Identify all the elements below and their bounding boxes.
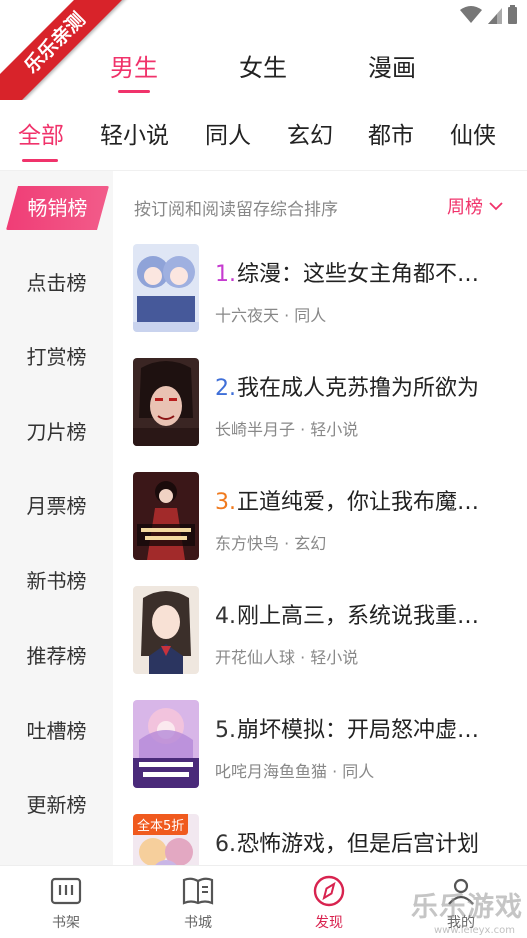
book-meta: 长崎半月子 · 轻小说 xyxy=(215,420,359,439)
book-item[interactable]: 3.正道纯爱，你让我布魔… 东方快鸟 · 玄幻 xyxy=(113,472,527,572)
book-badge: 全本5折 xyxy=(133,814,189,835)
tab-male[interactable]: 男生 xyxy=(110,48,158,83)
wifi-icon xyxy=(460,6,482,23)
book-cover xyxy=(133,358,199,446)
book-title: 6.恐怖游戏，但是后宫计划 xyxy=(215,826,515,858)
book-title-text: 崩坏模拟：开局怒冲虚… xyxy=(237,718,480,743)
book-author: 十六夜天 xyxy=(215,306,280,325)
book-genre: 轻小说 xyxy=(310,648,359,667)
nav-profile[interactable]: 我的 xyxy=(421,874,501,932)
category-tab-fantasy[interactable]: 玄幻 xyxy=(287,116,333,150)
profile-icon xyxy=(448,878,474,905)
book-meta: 叱咤月海鱼鱼猫 · 同人 xyxy=(215,762,375,781)
bottom-navigation: 书架 书城 发现 我的 xyxy=(0,865,527,938)
chevron-down-icon xyxy=(489,202,503,211)
book-item[interactable]: 5.崩坏模拟：开局怒冲虚… 叱咤月海鱼鱼猫 · 同人 xyxy=(113,700,527,800)
category-tab-light-novel[interactable]: 轻小说 xyxy=(100,116,169,150)
battery-icon xyxy=(508,5,517,24)
compass-icon xyxy=(313,875,345,907)
nav-label: 书城 xyxy=(184,915,212,931)
rank-period-dropdown[interactable]: 周榜 xyxy=(447,193,503,219)
sidebar-item-monthly-votes[interactable]: 月票榜 xyxy=(0,484,113,528)
book-rank: 3. xyxy=(215,490,236,515)
gender-tabs: 男生 女生 漫画 xyxy=(0,48,527,98)
sidebar-item-tips[interactable]: 打赏榜 xyxy=(0,335,113,379)
sidebar-item-updates[interactable]: 更新榜 xyxy=(0,783,113,827)
nav-label: 我的 xyxy=(447,915,475,931)
book-author: 长崎半月子 xyxy=(215,420,296,439)
book-author: 开花仙人球 xyxy=(215,648,296,667)
rank-period-label: 周榜 xyxy=(447,197,483,218)
book-title: 1.综漫：这些女主角都不… xyxy=(215,256,515,288)
nav-label: 发现 xyxy=(315,915,343,931)
tab-female[interactable]: 女生 xyxy=(239,48,287,83)
sort-description: 按订阅和阅读留存综合排序 xyxy=(134,200,338,220)
category-tab-urban[interactable]: 都市 xyxy=(368,116,414,150)
book-rank: 2. xyxy=(215,376,236,401)
sidebar-item-recommend[interactable]: 推荐榜 xyxy=(0,634,113,678)
book-meta: 开花仙人球 · 轻小说 xyxy=(215,648,359,667)
book-item[interactable]: 1.综漫：这些女主角都不… 十六夜天 · 同人 xyxy=(113,244,527,344)
book-title-text: 综漫：这些女主角都不… xyxy=(237,262,480,287)
category-tab-indicator xyxy=(22,159,58,162)
book-genre: 玄幻 xyxy=(294,534,327,553)
book-genre: 同人 xyxy=(294,306,327,325)
bookshelf-icon xyxy=(50,877,82,905)
sidebar-item-blades[interactable]: 刀片榜 xyxy=(0,410,113,454)
book-title: 4.刚上高三，系统说我重… xyxy=(215,598,515,630)
category-tab-all[interactable]: 全部 xyxy=(18,116,64,150)
status-icons xyxy=(460,5,517,24)
tab-comics[interactable]: 漫画 xyxy=(368,48,416,83)
ranking-list: 按订阅和阅读留存综合排序 周榜 1.综漫：这些女主角都不… 十六夜天 · 同人 xyxy=(113,171,527,902)
category-tabs: 全部 轻小说 同人 玄幻 都市 仙侠 xyxy=(0,116,527,162)
book-title-text: 恐怖游戏，但是后宫计划 xyxy=(237,832,480,857)
nav-label: 书架 xyxy=(52,915,80,931)
nav-bookshelf[interactable]: 书架 xyxy=(26,874,106,932)
book-title-text: 我在成人克苏撸为所欲为 xyxy=(237,376,480,401)
book-cover xyxy=(133,472,199,560)
book-cover xyxy=(133,700,199,788)
book-title: 5.崩坏模拟：开局怒冲虚… xyxy=(215,712,515,744)
book-item[interactable]: 4.刚上高三，系统说我重… 开花仙人球 · 轻小说 xyxy=(113,586,527,686)
book-title: 2.我在成人克苏撸为所欲为 xyxy=(215,370,515,402)
sidebar-item-bestseller[interactable]: 畅销榜 xyxy=(6,186,109,230)
status-bar xyxy=(0,0,527,36)
book-meta: 东方快鸟 · 玄幻 xyxy=(215,534,327,553)
book-cover xyxy=(133,244,199,332)
book-meta: 十六夜天 · 同人 xyxy=(215,306,327,325)
gender-tab-indicator xyxy=(118,90,150,93)
book-rank: 1. xyxy=(215,262,236,287)
book-open-icon xyxy=(182,877,214,905)
category-tab-xianxia[interactable]: 仙侠 xyxy=(450,116,496,150)
book-item[interactable]: 2.我在成人克苏撸为所欲为 长崎半月子 · 轻小说 xyxy=(113,358,527,458)
nav-discover[interactable]: 发现 xyxy=(289,874,369,932)
ranking-sidebar: 畅销榜 点击榜 打赏榜 刀片榜 月票榜 新书榜 推荐榜 吐槽榜 更新榜 xyxy=(0,171,113,865)
book-cover xyxy=(133,586,199,674)
book-genre: 同人 xyxy=(342,762,375,781)
sidebar-item-new-books[interactable]: 新书榜 xyxy=(0,559,113,603)
category-tab-fanfic[interactable]: 同人 xyxy=(205,116,251,150)
nav-bookstore[interactable]: 书城 xyxy=(158,874,238,932)
book-title-text: 正道纯爱，你让我布魔… xyxy=(237,490,480,515)
book-genre: 轻小说 xyxy=(310,420,359,439)
sidebar-item-comments[interactable]: 吐槽榜 xyxy=(0,709,113,753)
book-title-text: 刚上高三，系统说我重… xyxy=(237,604,480,629)
book-author: 东方快鸟 xyxy=(215,534,280,553)
book-rank: 5. xyxy=(215,718,236,743)
book-title: 3.正道纯爱，你让我布魔… xyxy=(215,484,515,516)
book-author: 叱咤月海鱼鱼猫 xyxy=(215,762,328,781)
signal-icon xyxy=(488,8,502,24)
book-rank: 6. xyxy=(215,832,236,857)
sidebar-item-clicks[interactable]: 点击榜 xyxy=(0,261,113,305)
book-rank: 4. xyxy=(215,604,236,629)
